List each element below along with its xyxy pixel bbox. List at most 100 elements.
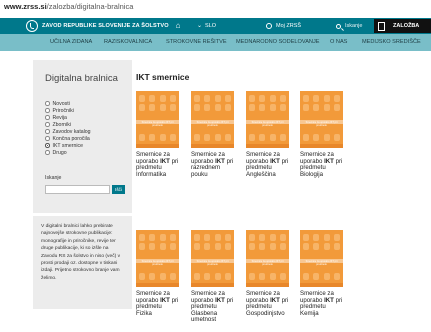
filter-item[interactable]: Končna poročila: [45, 135, 91, 142]
cover-footer: [136, 144, 179, 148]
radio-button[interactable]: [45, 115, 50, 120]
publication-title[interactable]: Smernice za uporabo IKT pri predmetu Glasbe…: [191, 290, 234, 324]
radio-button[interactable]: [45, 108, 50, 113]
cover-pattern: [303, 234, 340, 241]
publication-card[interactable]: Smernice za uporabo IKT pri predmetu Smer…: [246, 230, 289, 317]
cover-pattern-tile: [259, 234, 266, 241]
cover-pattern-tile: [249, 243, 255, 250]
filter-label: IKT smernice: [52, 142, 83, 149]
site-logo[interactable]: ZAVOD REPUBLIKE SLOVENIJE ZA ŠOLSTVO: [26, 19, 169, 33]
filter-item[interactable]: Revija: [45, 114, 91, 121]
publication-cover[interactable]: Smernice za uporabo IKT pri predmetu: [191, 91, 234, 148]
radio-button-selected[interactable]: [45, 143, 50, 148]
publication-cover[interactable]: Smernice za uporabo IKT pri predmetu: [246, 230, 289, 287]
publication-cover[interactable]: Smernice za uporabo IKT pri predmetu: [246, 91, 289, 148]
nav-item-raziskovalnica[interactable]: RAZISKOVALNICA: [104, 39, 152, 45]
sidebar-search-label: Iskanje: [45, 175, 62, 181]
home-icon[interactable]: ⌂: [173, 21, 183, 31]
language-selector[interactable]: ⌄ SLO: [197, 20, 216, 32]
cover-text: Smernice za uporabo IKT pri predmetu: [305, 121, 338, 127]
caption-text: pri: [224, 296, 234, 304]
cover-pattern-tile: [259, 134, 266, 141]
cover-pattern-tile: [279, 273, 286, 280]
cover-pattern-tile: [204, 273, 211, 280]
filter-item[interactable]: Zborniki: [45, 121, 91, 128]
sidebar-search-input[interactable]: [45, 185, 110, 194]
publication-title[interactable]: Smernice za uporabo IKT pri predmetu Biolog…: [300, 151, 343, 178]
nav-item-mednarodno-sodelovanje[interactable]: MEDNARODNO SODELOVANJE: [236, 39, 320, 45]
cover-footer: [246, 144, 289, 148]
publication-card[interactable]: Smernice za uporabo IKT pri predmetu Smer…: [191, 91, 234, 178]
publication-title[interactable]: Smernice za uporabo IKT pri predmetu Angleš…: [246, 151, 289, 179]
cover-pattern: [139, 104, 176, 111]
cover-pattern: [194, 104, 231, 111]
cover-pattern-tile: [204, 104, 211, 111]
cover-pattern-tile: [279, 243, 286, 250]
cover-pattern-tile: [159, 134, 166, 141]
cover-pattern-tile: [313, 104, 320, 111]
cover-text: Smernice za uporabo IKT pri predmetu: [305, 260, 338, 266]
publication-card[interactable]: Smernice za uporabo IKT pri predmetu Smer…: [136, 230, 179, 317]
cover-pattern-tile: [204, 234, 211, 241]
publication-cover[interactable]: Smernice za uporabo IKT pri predmetu: [136, 91, 179, 148]
cover-pattern: [303, 95, 340, 102]
radio-button[interactable]: [45, 101, 50, 106]
caption-line: Informatika: [136, 171, 179, 179]
filter-item[interactable]: Priročniki: [45, 107, 91, 114]
publication-cover[interactable]: Smernice za uporabo IKT pri predmetu: [300, 230, 343, 287]
publication-card[interactable]: Smernice za uporabo IKT pri predmetu Smer…: [300, 91, 343, 178]
cover-pattern-tile: [194, 95, 200, 102]
publication-title[interactable]: Smernice za uporabo IKT pri predmetu Fizika: [136, 290, 179, 317]
caption-text: pri: [169, 157, 179, 165]
sidebar-search-button[interactable]: Išči: [112, 185, 125, 194]
radio-button[interactable]: [45, 122, 50, 127]
cover-pattern-tile: [303, 134, 309, 141]
filter-item[interactable]: Drugo: [45, 149, 91, 156]
cover-pattern-tile: [139, 95, 145, 102]
cover-pattern-tile: [224, 273, 231, 280]
cover-pattern-tile: [149, 243, 156, 250]
nav-item-ucilna-zidana[interactable]: UČILNA ZIDANA: [50, 39, 92, 45]
publication-card[interactable]: Smernice za uporabo IKT pri predmetu Smer…: [136, 91, 179, 178]
radio-button[interactable]: [45, 150, 50, 155]
cover-pattern-tile: [149, 104, 156, 111]
publication-cover[interactable]: Smernice za uporabo IKT pri predmetu: [300, 91, 343, 148]
publisher-button[interactable]: ZALOŽBA: [374, 19, 431, 33]
cover-pattern-tile: [269, 134, 276, 141]
radio-button[interactable]: [45, 136, 50, 141]
publication-title[interactable]: Smernice za uporabo IKT pri predmetu Inform…: [136, 151, 179, 179]
publication-title[interactable]: Smernice za uporabo IKT pri predmetu Gospod…: [246, 290, 289, 317]
publication-title[interactable]: Smernice za uporabo IKT pri razrednem pouku: [191, 151, 234, 178]
publication-title[interactable]: Smernice za uporabo IKT pri predmetu Kemija: [300, 290, 343, 317]
cover-pattern-tile: [279, 95, 286, 102]
cover-pattern: [249, 243, 286, 250]
caption-line: Angleščina: [246, 170, 289, 179]
logo-text: ZAVOD REPUBLIKE SLOVENIJE ZA ŠOLSTVO: [42, 23, 169, 29]
filter-item[interactable]: Zavodov katalog: [45, 128, 91, 135]
cover-text: Smernice za uporabo IKT pri predmetu: [196, 260, 229, 266]
publication-card[interactable]: Smernice za uporabo IKT pri predmetu Smer…: [191, 230, 234, 324]
publication-card[interactable]: Smernice za uporabo IKT pri predmetu Smer…: [246, 91, 289, 178]
cover-pattern-tile: [149, 273, 156, 280]
nav-item-o-nas[interactable]: O NAS: [330, 39, 347, 45]
cover-pattern-tile: [323, 234, 330, 241]
cover-pattern-tile: [214, 234, 221, 241]
filter-item[interactable]: Novosti: [45, 100, 91, 107]
nav-item-medijsko-sredisce[interactable]: MEDIJSKO SREDIŠČE: [362, 39, 421, 45]
cover-pattern: [303, 104, 340, 111]
filter-label: Zborniki: [52, 121, 71, 128]
filter-item[interactable]: IKT smernice: [45, 142, 91, 149]
header-search[interactable]: Iskanje: [336, 20, 362, 32]
cover-pattern-tile: [224, 134, 231, 141]
nav-item-strokovne-resitve[interactable]: STROKOVNE REŠITVE: [166, 39, 227, 45]
cover-footer: [136, 283, 179, 287]
cover-pattern-tile: [313, 243, 320, 250]
cover-pattern: [249, 273, 286, 280]
caption-text: Angleščina: [246, 170, 276, 178]
publication-cover[interactable]: Smernice za uporabo IKT pri predmetu: [136, 230, 179, 287]
account-link[interactable]: Moj ZRSŠ: [266, 20, 301, 32]
publication-card[interactable]: Smernice za uporabo IKT pri predmetu Smer…: [300, 230, 343, 317]
publication-cover[interactable]: Smernice za uporabo IKT pri predmetu: [191, 230, 234, 287]
radio-button[interactable]: [45, 129, 50, 134]
top-bar: ZAVOD REPUBLIKE SLOVENIJE ZA ŠOLSTVO ⌂ ⌄…: [0, 18, 431, 34]
